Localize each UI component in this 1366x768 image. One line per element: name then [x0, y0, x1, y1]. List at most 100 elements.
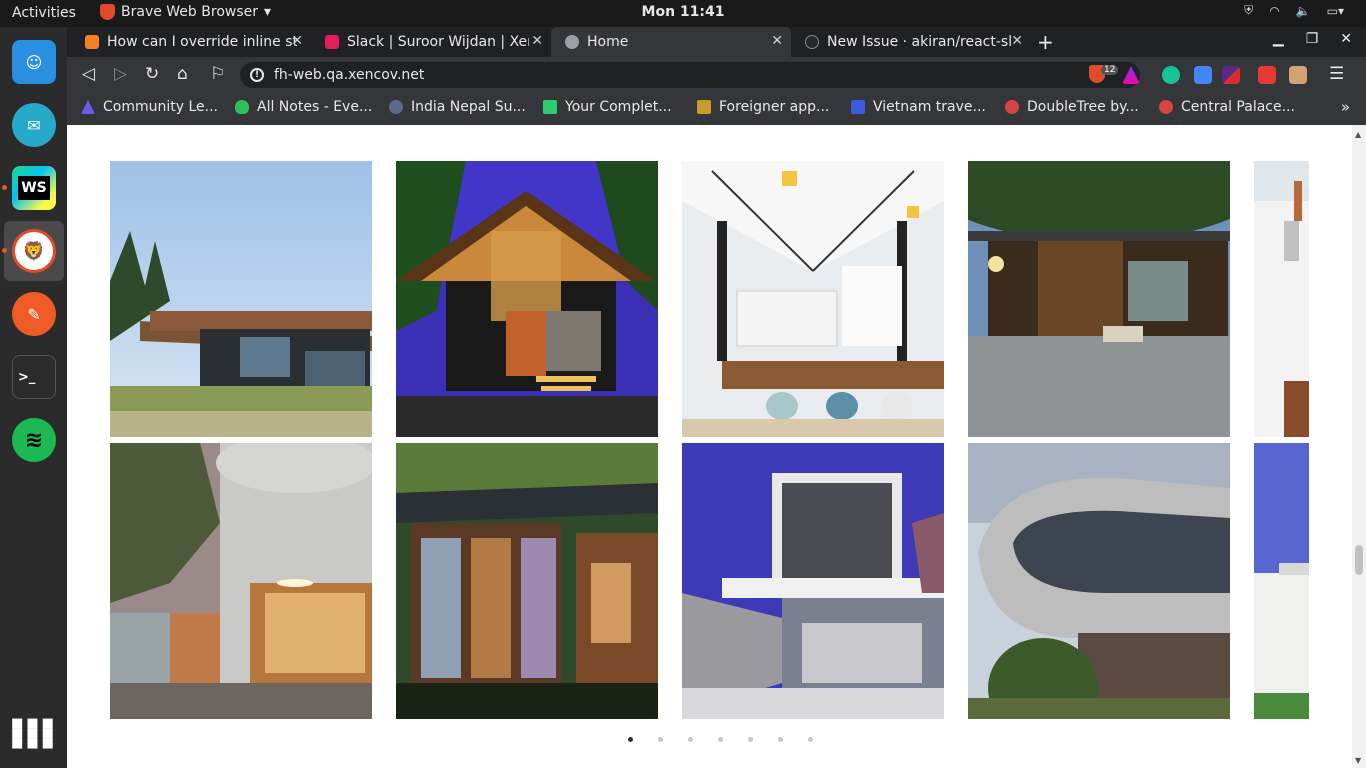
- page-content: [67, 125, 1352, 768]
- gallery-item-cantilever-box-house[interactable]: [682, 443, 944, 719]
- forward-icon[interactable]: ▷: [114, 64, 127, 84]
- bookmark-label: India Nepal Su...: [411, 99, 526, 115]
- carousel-dot-2[interactable]: [645, 737, 675, 745]
- bookmark-favicon-icon: [543, 100, 557, 114]
- tab-home[interactable]: Home ✕: [551, 27, 791, 57]
- gallery-item-timber-lodge-dusk[interactable]: [396, 161, 658, 437]
- close-tab-icon[interactable]: ✕: [531, 33, 543, 49]
- bookmark-item[interactable]: Vietnam trave...: [851, 99, 986, 115]
- bookmark-item[interactable]: Your Complet...: [543, 99, 672, 115]
- bookmark-label: DoubleTree by...: [1027, 99, 1139, 115]
- dock-item-spotify[interactable]: ≋: [4, 410, 64, 470]
- site-info-icon[interactable]: !: [250, 68, 264, 82]
- gallery-item-white-house-partial[interactable]: [1254, 443, 1309, 719]
- carousel-dot-1[interactable]: [615, 737, 645, 745]
- webstorm-icon: WS: [12, 166, 56, 210]
- mail-icon: ✉: [12, 103, 56, 147]
- close-window-icon[interactable]: ✕: [1340, 31, 1352, 47]
- bookmark-item[interactable]: DoubleTree by...: [1005, 99, 1139, 115]
- slack-favicon-icon: [325, 35, 339, 49]
- gallery-item-white-kitchen-interior[interactable]: [682, 161, 944, 437]
- extension-icon[interactable]: [1222, 66, 1240, 84]
- reload-icon[interactable]: ↻: [145, 64, 159, 84]
- postman-icon: ✎: [12, 292, 56, 336]
- scroll-up-icon[interactable]: ▲: [1355, 130, 1361, 139]
- tumblr-icon: [389, 100, 403, 114]
- globe-icon: [565, 35, 579, 49]
- carousel-dot-3[interactable]: [675, 737, 705, 745]
- gallery-item-white-facade-partial[interactable]: [1254, 161, 1309, 437]
- system-top-bar: Activities Brave Web Browser ▾ Mon 11:41…: [0, 0, 1366, 27]
- tab-title: New Issue · akiran/react-sli: [827, 34, 1012, 50]
- bookmark-label: Central Palace...: [1181, 99, 1295, 115]
- activities-button[interactable]: Activities: [12, 5, 76, 21]
- gallery-item-glass-pavilion-forest[interactable]: [396, 443, 658, 719]
- close-tab-icon[interactable]: ✕: [291, 33, 303, 49]
- bookmark-label: Your Complet...: [565, 99, 672, 115]
- bookmark-item[interactable]: Community Le...: [81, 99, 218, 115]
- url-text[interactable]: fh-web.qa.xencov.net: [274, 67, 424, 83]
- minimize-icon[interactable]: ▁: [1273, 31, 1284, 47]
- chevron-down-icon: ▾: [264, 4, 272, 20]
- app-menu[interactable]: Brave Web Browser ▾: [100, 4, 271, 20]
- bookmark-favicon-icon: [1005, 100, 1019, 114]
- restore-icon[interactable]: ❐: [1306, 31, 1319, 47]
- tab-stackoverflow[interactable]: How can I override inline st ✕: [71, 27, 311, 57]
- bookmark-item[interactable]: Foreigner app...: [697, 99, 829, 115]
- browser-toolbar: ◁ ▷ ↻ ⌂ ⚐ ! fh-web.qa.xencov.net 12 ☰: [67, 57, 1366, 92]
- back-icon[interactable]: ◁: [82, 64, 95, 84]
- bookmark-favicon-icon: [81, 100, 95, 114]
- bookmark-label: Foreigner app...: [719, 99, 830, 115]
- page-scrollbar[interactable]: ▲ ▼: [1352, 125, 1366, 768]
- house-photo: [396, 161, 658, 437]
- menu-icon[interactable]: ☰: [1329, 64, 1344, 84]
- shields-count-badge: 12: [1101, 65, 1119, 75]
- gallery-item-wood-slat-house-night[interactable]: [968, 161, 1230, 437]
- extension-icon[interactable]: [1289, 66, 1307, 84]
- scroll-down-icon[interactable]: ▼: [1355, 756, 1361, 765]
- show-applications-button[interactable]: ■■■ ■■■ ■■■: [4, 704, 64, 764]
- gallery-item-silo-house[interactable]: [110, 443, 372, 719]
- scrollbar-thumb[interactable]: [1355, 545, 1363, 575]
- dock-item-finder[interactable]: ☺: [4, 32, 64, 92]
- battery-icon[interactable]: ▭▾: [1327, 4, 1344, 18]
- dock-item-terminal[interactable]: >_: [4, 347, 64, 407]
- address-bar[interactable]: ! fh-web.qa.xencov.net: [240, 62, 1140, 88]
- carousel-dot-4[interactable]: [705, 737, 735, 745]
- dock-item-postman[interactable]: ✎: [4, 284, 64, 344]
- app-grid-icon: ■■■ ■■■ ■■■: [11, 716, 57, 751]
- window-controls: ▁ ❐ ✕: [1273, 31, 1352, 47]
- dock-item-brave[interactable]: 🦁: [2, 221, 64, 281]
- bookmark-icon[interactable]: ⚐: [210, 64, 225, 84]
- extension-icon[interactable]: [1258, 66, 1276, 84]
- google-translate-icon[interactable]: [1194, 66, 1212, 84]
- wifi-icon[interactable]: ◠: [1269, 4, 1279, 18]
- bookmark-item[interactable]: Central Palace...: [1159, 99, 1295, 115]
- house-photo: [110, 161, 372, 437]
- bookmark-item[interactable]: India Nepal Su...: [389, 99, 526, 115]
- dock-item-mail[interactable]: ✉: [4, 95, 64, 155]
- gallery-item-curved-concrete-house[interactable]: [968, 443, 1230, 719]
- carousel-dot-6[interactable]: [765, 737, 795, 745]
- system-tray[interactable]: ⛨ ◠ 🔈 ▭▾: [1244, 3, 1344, 18]
- carousel-dot-7[interactable]: [795, 737, 825, 745]
- new-tab-button[interactable]: +: [1037, 30, 1054, 54]
- gallery-item-modern-cabin-meadow[interactable]: [110, 161, 372, 437]
- interior-photo: [682, 161, 944, 437]
- close-tab-icon[interactable]: ✕: [1011, 33, 1023, 49]
- tab-slack[interactable]: Slack | Suroor Wijdan | Xenc ✕: [311, 27, 551, 57]
- bookmark-favicon-icon: [697, 100, 711, 114]
- spotify-icon: ≋: [12, 418, 56, 462]
- shield-tray-icon[interactable]: ⛨: [1244, 3, 1253, 18]
- tab-github[interactable]: New Issue · akiran/react-sli ✕: [791, 27, 1031, 57]
- carousel-dot-5[interactable]: [735, 737, 765, 745]
- brave-icon: 🦁: [12, 229, 56, 273]
- dock-item-webstorm[interactable]: WS: [2, 158, 64, 218]
- close-tab-icon[interactable]: ✕: [771, 33, 783, 49]
- app-menu-label: Brave Web Browser: [121, 4, 258, 20]
- home-icon[interactable]: ⌂: [177, 64, 188, 84]
- volume-icon[interactable]: 🔈: [1296, 4, 1311, 18]
- bookmark-item[interactable]: All Notes - Eve...: [235, 99, 372, 115]
- more-bookmarks-icon[interactable]: »: [1341, 98, 1350, 116]
- grammarly-icon[interactable]: [1162, 66, 1180, 84]
